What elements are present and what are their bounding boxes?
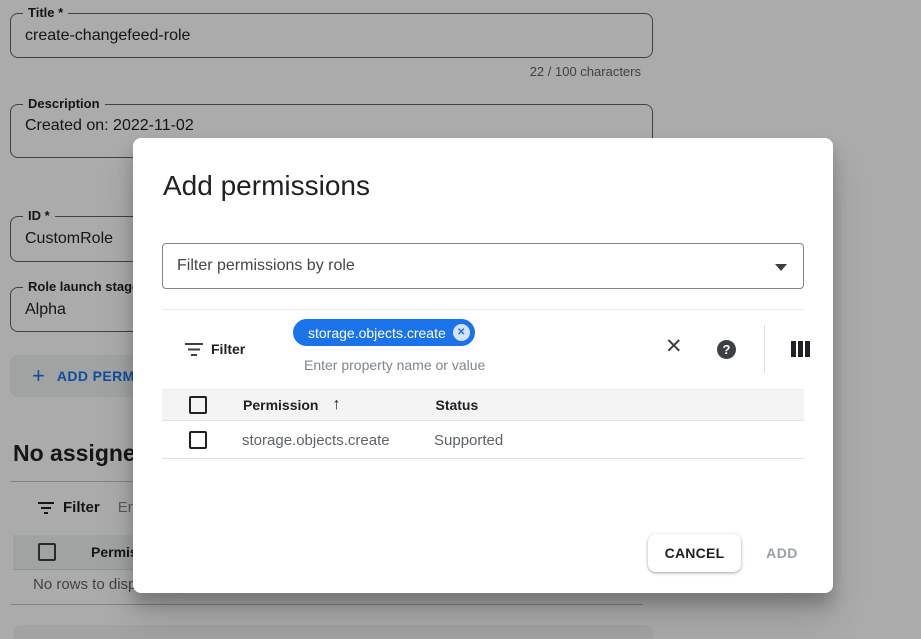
filter-icon bbox=[185, 343, 203, 356]
permission-column-header[interactable]: Permission bbox=[243, 397, 318, 413]
add-permissions-dialog: Add permissions Filter permissions by ro… bbox=[133, 138, 833, 593]
dialog-table-header: Permission ↑ Status bbox=[162, 389, 804, 421]
dialog-filter-button[interactable]: Filter bbox=[185, 341, 245, 357]
row-checkbox[interactable] bbox=[189, 431, 207, 449]
column-display-icon[interactable] bbox=[791, 341, 810, 357]
page: Title * create-changefeed-role 22 / 100 … bbox=[0, 0, 921, 639]
filter-chip-label: storage.objects.create bbox=[308, 325, 446, 341]
add-button[interactable]: ADD bbox=[751, 534, 813, 572]
row-status-cell: Supported bbox=[434, 432, 503, 449]
help-icon[interactable]: ? bbox=[717, 340, 736, 359]
role-filter-dropdown-value: Filter permissions by role bbox=[177, 257, 355, 275]
status-column-header[interactable]: Status bbox=[435, 397, 478, 413]
table-row[interactable]: storage.objects.create Supported bbox=[162, 422, 804, 459]
divider bbox=[764, 325, 765, 373]
cancel-button[interactable]: CANCEL bbox=[648, 534, 741, 572]
dialog-filter-label: Filter bbox=[211, 341, 245, 357]
row-permission-cell: storage.objects.create bbox=[242, 432, 434, 449]
role-filter-dropdown[interactable]: Filter permissions by role bbox=[162, 243, 804, 289]
dialog-title: Add permissions bbox=[163, 170, 370, 202]
clear-filters-icon[interactable]: ✕ bbox=[665, 336, 683, 357]
dialog-filter-toolbar: Filter storage.objects.create ✕ Enter pr… bbox=[162, 310, 804, 389]
filter-chip[interactable]: storage.objects.create ✕ bbox=[293, 319, 475, 346]
select-all-checkbox[interactable] bbox=[189, 396, 207, 414]
dialog-filter-input[interactable]: Enter property name or value bbox=[304, 357, 485, 373]
sort-ascending-icon[interactable]: ↑ bbox=[332, 396, 340, 414]
chip-remove-icon[interactable]: ✕ bbox=[453, 324, 470, 341]
chevron-down-icon bbox=[775, 264, 787, 271]
